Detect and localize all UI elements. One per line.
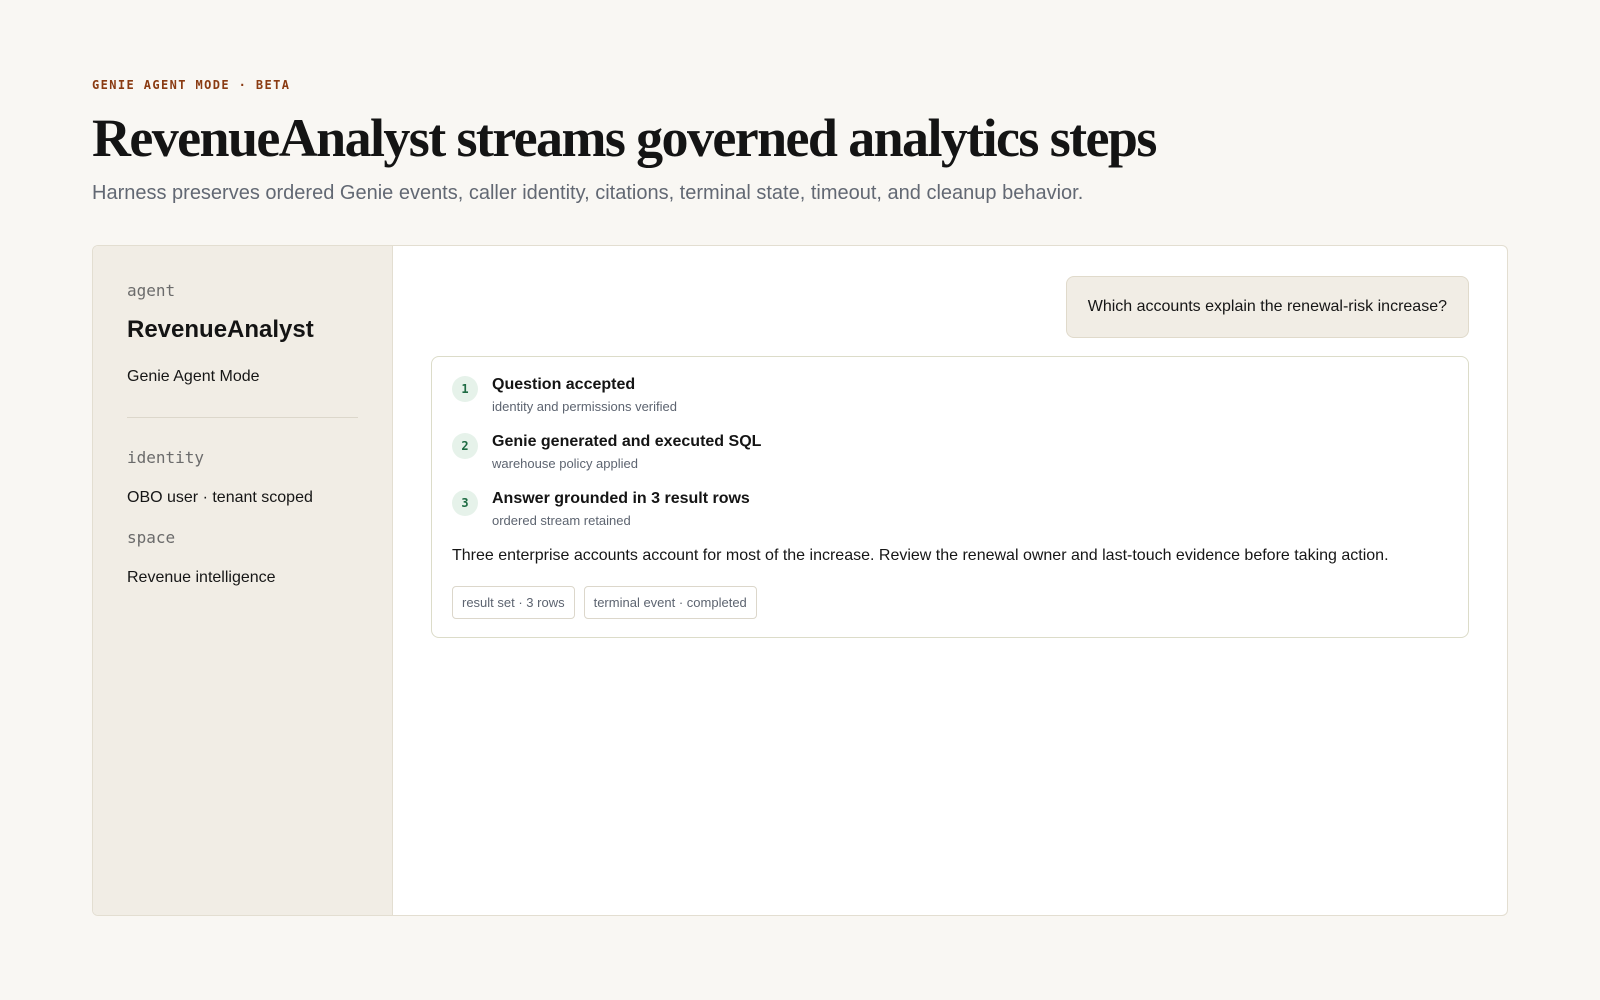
step-title: Question accepted [492, 376, 636, 393]
page-subtitle: Harness preserves ordered Genie events, … [92, 182, 1084, 204]
agent-label: agent [127, 281, 176, 300]
identity-value: OBO user · tenant scoped [127, 489, 313, 506]
terminal-event-chip[interactable]: terminal event · completed [583, 586, 757, 619]
sidebar-divider [127, 417, 358, 418]
agent-sidebar: agent RevenueAnalyst Genie Agent Mode id… [93, 246, 393, 915]
stream-step: 3 Answer grounded in 3 result rows order… [452, 489, 1448, 529]
agent-name: RevenueAnalyst [127, 316, 314, 343]
agent-mode: Genie Agent Mode [127, 368, 260, 385]
conversation-panel: Which accounts explain the renewal-risk … [393, 246, 1507, 915]
step-number-badge: 3 [452, 490, 478, 516]
result-set-chip[interactable]: result set · 3 rows [452, 586, 575, 619]
eyebrow-label: GENIE AGENT MODE · BETA [92, 78, 291, 92]
agent-response-card: 1 Question accepted identity and permiss… [431, 356, 1469, 638]
step-title: Answer grounded in 3 result rows [492, 490, 750, 507]
answer-text: Three enterprise accounts account for mo… [452, 547, 1389, 564]
step-detail: warehouse policy applied [492, 456, 638, 471]
user-question-bubble: Which accounts explain the renewal-risk … [1065, 276, 1469, 338]
citation-chips: result set · 3 rows terminal event · com… [452, 586, 1448, 619]
page: GENIE AGENT MODE · BETA RevenueAnalyst s… [0, 0, 1600, 1000]
step-title: Genie generated and executed SQL [492, 433, 762, 450]
user-message-row: Which accounts explain the renewal-risk … [431, 276, 1469, 338]
space-label: space [127, 528, 176, 547]
step-number-badge: 1 [452, 376, 478, 402]
step-content: Question accepted identity and permissio… [492, 375, 677, 415]
agent-workspace: agent RevenueAnalyst Genie Agent Mode id… [92, 245, 1508, 916]
space-value: Revenue intelligence [127, 569, 276, 586]
stream-step: 1 Question accepted identity and permiss… [452, 375, 1448, 415]
stream-step: 2 Genie generated and executed SQL wareh… [452, 432, 1448, 472]
page-title: RevenueAnalyst streams governed analytic… [92, 108, 1157, 168]
step-detail: identity and permissions verified [492, 399, 677, 414]
step-number-badge: 2 [452, 433, 478, 459]
step-content: Genie generated and executed SQL warehou… [492, 432, 761, 472]
step-detail: ordered stream retained [492, 513, 631, 528]
identity-label: identity [127, 448, 205, 467]
step-content: Answer grounded in 3 result rows ordered… [492, 489, 750, 529]
